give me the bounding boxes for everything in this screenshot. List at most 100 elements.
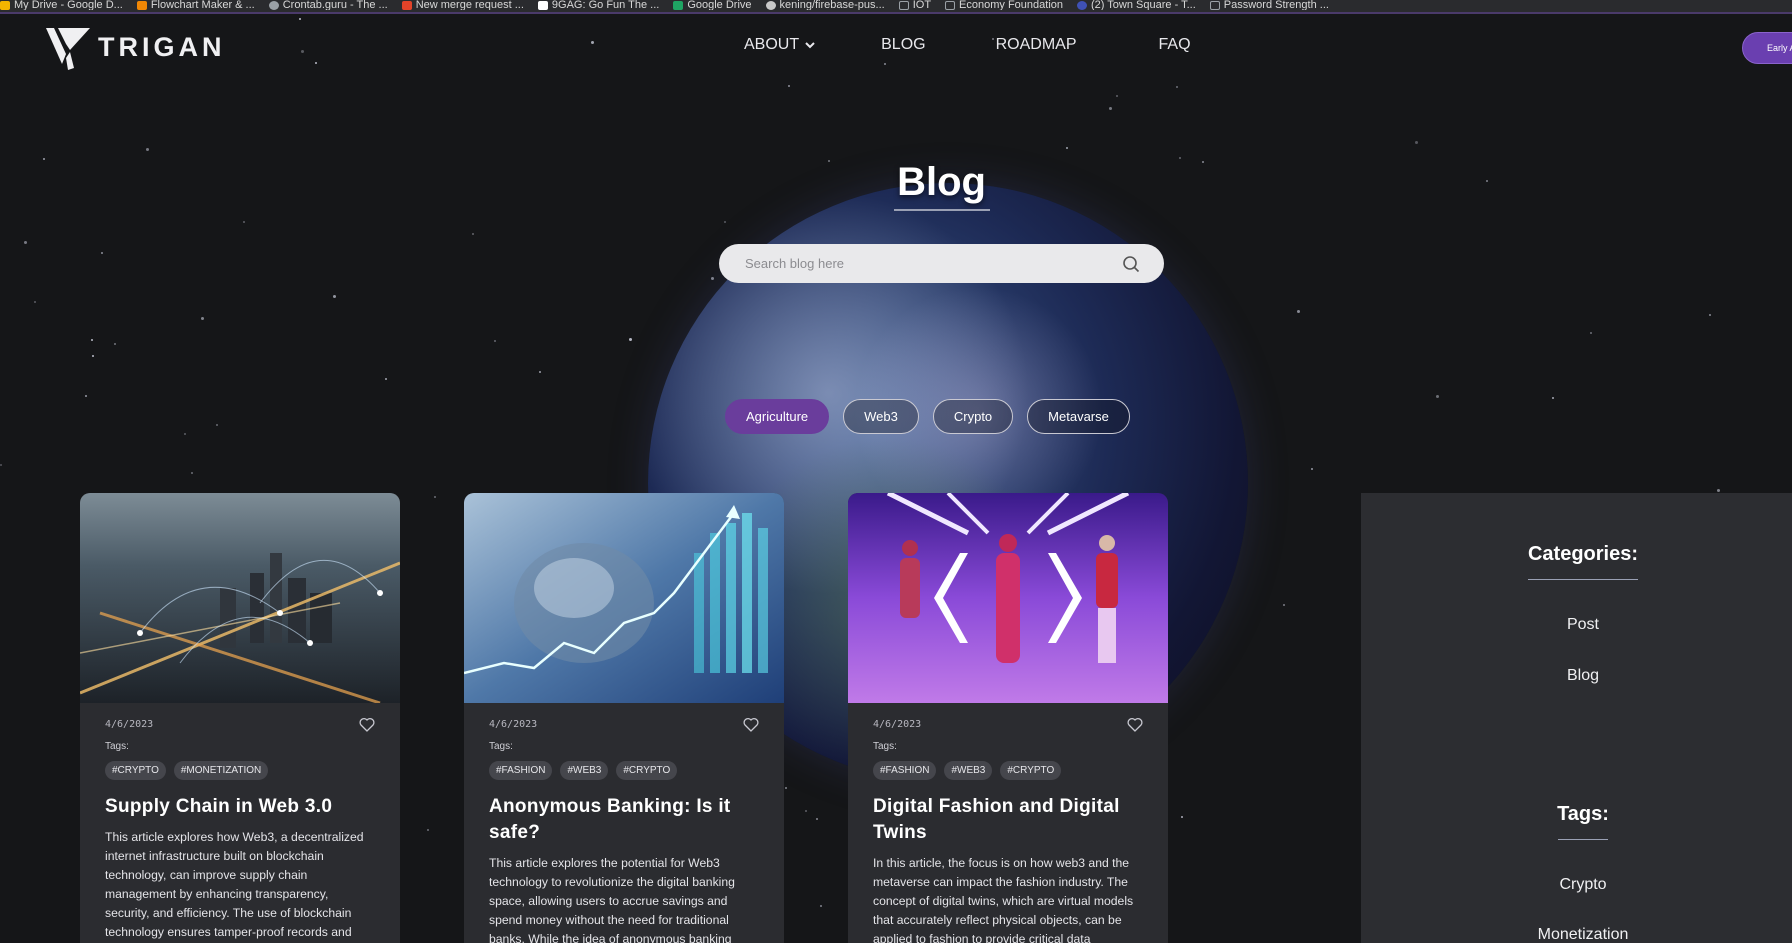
tag-link-monetization[interactable]: Monetization: [1493, 926, 1673, 943]
bookmark-label: My Drive - Google D...: [14, 0, 123, 10]
filter-web3[interactable]: Web3: [843, 399, 919, 434]
password-icon: [1209, 0, 1220, 10]
filter-metavarse[interactable]: Metavarse: [1027, 399, 1130, 434]
category-link-blog[interactable]: Blog: [1493, 667, 1673, 685]
tag-list: #CRYPTO #MONETIZATION: [105, 761, 375, 780]
blog-post-card[interactable]: 4/6/2023 Tags: #FASHION #WEB3 #CRYPTO An…: [464, 493, 784, 943]
tag-chip[interactable]: #WEB3: [944, 761, 993, 780]
categories-underline: [1528, 579, 1638, 580]
tag-chip[interactable]: #CRYPTO: [105, 761, 166, 780]
folder-icon: [945, 0, 956, 10]
tag-chip[interactable]: #CRYPTO: [1000, 761, 1062, 780]
google-drive-icon: [673, 0, 684, 10]
blog-search-bar: [719, 244, 1164, 283]
nav-faq[interactable]: FAQ: [1159, 36, 1191, 54]
post-description: In this article, the focus is on how web…: [873, 856, 1134, 943]
bookmark-label: 9GAG: Go Fun The ...: [551, 0, 660, 10]
nav-about[interactable]: ABOUT: [744, 36, 815, 54]
post-title[interactable]: Supply Chain in Web 3.0: [105, 794, 375, 820]
post-date: 4/6/2023: [105, 718, 154, 730]
star-dot: [385, 378, 387, 380]
early-access-button[interactable]: Early A: [1742, 32, 1792, 64]
tag-chip[interactable]: #CRYPTO: [616, 761, 678, 780]
post-image-city-network[interactable]: [80, 493, 400, 703]
star-dot: [1311, 468, 1313, 470]
nav-roadmap[interactable]: ROADMAP: [996, 36, 1077, 54]
bookmarks-bar: My Drive - Google D... Flowchart Maker &…: [0, 0, 1792, 14]
star-dot: [472, 233, 474, 235]
main-nav: ABOUT BLOG ROADMAP FAQ: [744, 36, 1191, 54]
star-dot: [1297, 310, 1300, 313]
category-link-post[interactable]: Post: [1493, 616, 1673, 634]
tag-chip[interactable]: #WEB3: [560, 761, 609, 780]
heart-icon[interactable]: [359, 717, 375, 732]
bookmark-label: Crontab.guru - The ...: [282, 0, 388, 10]
logo-text: TRIGAN: [98, 31, 226, 62]
bookmark-item[interactable]: My Drive - Google D...: [0, 0, 123, 10]
bookmark-item[interactable]: 9GAG: Go Fun The ...: [537, 0, 660, 10]
star-dot: [184, 433, 186, 435]
star-dot: [85, 395, 87, 397]
tags-label: Tags:: [873, 741, 897, 752]
tag-chip[interactable]: #FASHION: [489, 761, 553, 780]
folder-icon: [898, 0, 909, 10]
filter-crypto[interactable]: Crypto: [932, 399, 1014, 434]
star-dot: [1283, 604, 1285, 606]
tag-list: #FASHION #WEB3 #CRYPTO: [489, 761, 759, 780]
bookmark-item[interactable]: Crontab.guru - The ...: [268, 0, 388, 10]
star-dot: [101, 252, 103, 254]
tag-link-crypto[interactable]: Crypto: [1493, 876, 1673, 894]
bookmark-item[interactable]: (2) Town Square - T...: [1077, 0, 1196, 10]
bookmark-label: kening/firebase-pus...: [779, 0, 885, 10]
drive-icon: [0, 0, 10, 10]
nav-about-label: ABOUT: [744, 36, 800, 53]
search-icon[interactable]: [1122, 255, 1140, 273]
title-underline: [894, 209, 990, 211]
filter-agriculture[interactable]: Agriculture: [725, 399, 830, 434]
bookmark-item[interactable]: IOT: [898, 0, 931, 10]
post-title[interactable]: Digital Fashion and Digital Twins: [873, 794, 1143, 846]
post-image-banknote-chart[interactable]: [464, 493, 784, 703]
tag-chip[interactable]: #MONETIZATION: [173, 761, 269, 780]
star-dot: [427, 829, 429, 831]
tags-label: Tags:: [489, 741, 513, 752]
star-dot: [299, 18, 301, 20]
bookmark-item[interactable]: Password Strength ...: [1209, 0, 1329, 10]
tag-chip[interactable]: #FASHION: [873, 761, 937, 780]
post-title[interactable]: Anonymous Banking: Is it safe?: [489, 794, 759, 846]
tag-list: #FASHION #WEB3 #CRYPTO: [873, 761, 1143, 780]
star-dot: [788, 85, 790, 87]
blog-post-card[interactable]: 4/6/2023 Tags: #CRYPTO #MONETIZATION Sup…: [80, 493, 400, 943]
bookmark-item[interactable]: Economy Foundation: [945, 0, 1063, 10]
star-dot: [1066, 147, 1068, 149]
star-dot: [629, 338, 632, 341]
heart-icon[interactable]: [743, 717, 759, 732]
bookmark-item[interactable]: Flowchart Maker & ...: [136, 0, 255, 10]
nav-blog-label: BLOG: [881, 36, 926, 53]
globe-icon: [268, 0, 279, 10]
bookmark-label: New merge request ...: [415, 0, 524, 10]
star-dot: [333, 295, 336, 298]
star-dot: [315, 62, 317, 64]
post-date: 4/6/2023: [873, 718, 922, 730]
page-title: Blog: [897, 160, 986, 204]
post-image-fashion-store[interactable]: [848, 493, 1168, 703]
blog-post-card[interactable]: 4/6/2023 Tags: #FASHION #WEB3 #CRYPTO Di…: [848, 493, 1168, 943]
blog-search-input[interactable]: [745, 256, 1122, 271]
bookmark-item[interactable]: Google Drive: [673, 0, 752, 10]
blog-sidebar: Categories: Post Blog Tags: Crypto Monet…: [1361, 493, 1792, 943]
category-filters: Agriculture Web3 Crypto Metavarse: [725, 399, 1130, 434]
heart-icon[interactable]: [1127, 717, 1143, 732]
early-access-label: Early A: [1767, 43, 1792, 53]
star-dot: [805, 810, 807, 812]
github-icon: [765, 0, 776, 10]
nav-blog[interactable]: BLOG: [881, 36, 925, 54]
star-dot: [816, 818, 818, 820]
bookmark-label: Password Strength ...: [1223, 0, 1329, 10]
bookmark-item[interactable]: kening/firebase-pus...: [765, 0, 885, 10]
bookmark-item[interactable]: New merge request ...: [401, 0, 524, 10]
trigan-logo[interactable]: TRIGAN: [44, 24, 226, 70]
star-dot: [711, 277, 714, 280]
star-dot: [114, 343, 116, 345]
trigan-logo-icon: [46, 28, 90, 70]
